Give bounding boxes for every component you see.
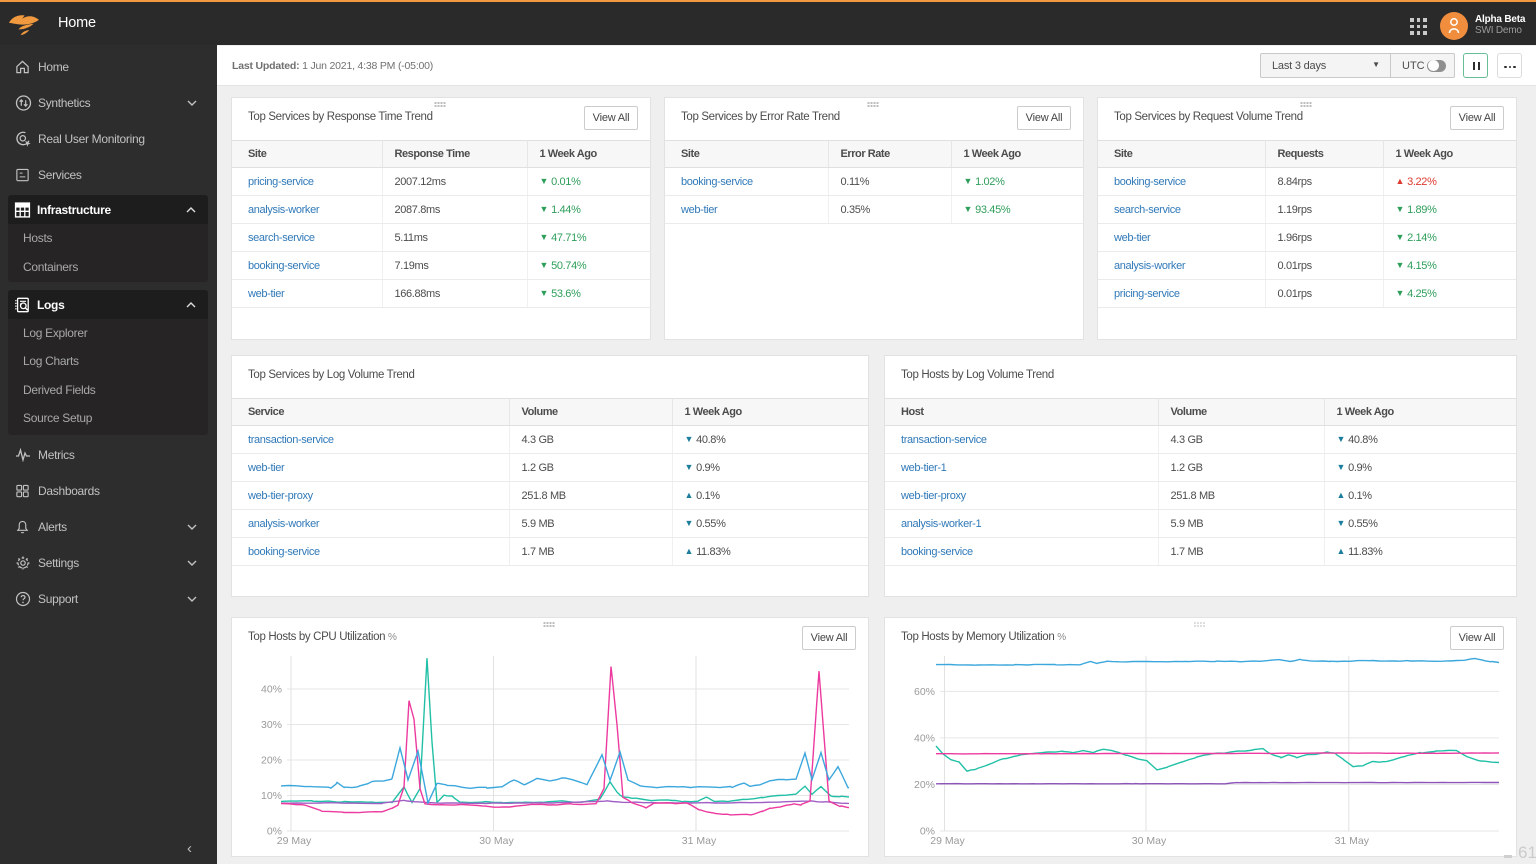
svg-text:30 May: 30 May: [479, 835, 514, 847]
svg-text:10%: 10%: [261, 790, 282, 802]
svg-text:29 May: 29 May: [930, 835, 965, 847]
svg-text:20%: 20%: [914, 779, 935, 791]
svg-text:60%: 60%: [914, 686, 935, 698]
svg-text:29 May: 29 May: [277, 835, 312, 847]
svg-text:20%: 20%: [261, 755, 282, 767]
svg-text:31 May: 31 May: [1335, 835, 1370, 847]
svg-text:30 May: 30 May: [1132, 835, 1167, 847]
svg-text:31 May: 31 May: [682, 835, 717, 847]
svg-text:30%: 30%: [261, 719, 282, 731]
svg-text:40%: 40%: [261, 684, 282, 696]
svg-text:40%: 40%: [914, 732, 935, 744]
